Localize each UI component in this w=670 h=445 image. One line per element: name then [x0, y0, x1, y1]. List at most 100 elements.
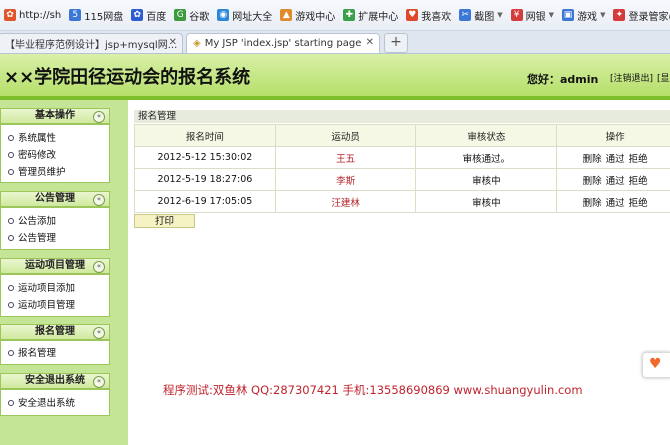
bullet-icon — [8, 399, 14, 406]
collapse-icon[interactable]: « — [93, 111, 105, 123]
bookmark-label: 游戏中心 — [295, 11, 336, 23]
bookmark-item[interactable]: G 谷歌 — [174, 8, 209, 23]
close-icon[interactable]: ✕ — [366, 37, 374, 48]
sidebar-item-safe-exit[interactable]: 安全退出系统 — [1, 395, 109, 412]
bookmark-item[interactable]: ◉ 网址大全 — [217, 8, 272, 23]
bookmark-item[interactable]: ▣ 游戏 ▼ — [562, 8, 605, 23]
bookmark-item[interactable]: ♥ 我喜欢 — [406, 8, 451, 23]
print-button[interactable]: 打印 — [134, 214, 195, 228]
tab-strip: 【毕业程序范例设计】jsp+mysql网... ✕ ◈ My JSP 'inde… — [0, 31, 670, 54]
bookmark-item[interactable]: ✦登录管家(6) — [613, 8, 670, 23]
registration-table: 报名时间 运动员 审核状态 操作 2012-5-12 15:30:02 王五 审… — [134, 124, 670, 213]
sidebar-item-system-properties[interactable]: 系统属性 — [1, 130, 109, 147]
sidebar-section-sports-events[interactable]: 运动项目管理 « — [0, 258, 110, 274]
bookmark-label: 百度 — [146, 11, 167, 23]
floating-favorite-widget[interactable]: ♥ — [642, 352, 670, 378]
sidebar-section-registration[interactable]: 报名管理 « — [0, 324, 110, 340]
chevron-down-icon[interactable]: ▼ — [600, 11, 605, 19]
bookmark-label: 截图 — [474, 11, 495, 23]
section-title: 公告管理 — [35, 193, 75, 204]
bullet-icon — [8, 349, 14, 356]
section-title: 安全退出系统 — [25, 375, 85, 386]
reject-link[interactable]: 拒绝 — [629, 176, 648, 187]
column-header-actions: 操作 — [556, 124, 670, 147]
collapse-icon[interactable]: « — [93, 376, 105, 388]
bullet-icon — [8, 217, 14, 224]
bookmark-item[interactable]: 5 115网盘 — [69, 8, 123, 23]
sidebar-item-label: 管理员维护 — [18, 167, 66, 178]
sidebar-section-body: 公告添加 公告管理 — [0, 207, 110, 250]
sidebar-item-label: 公告添加 — [18, 216, 57, 227]
cell-actions: 删除 通过 拒绝 — [556, 146, 670, 169]
chevron-down-icon[interactable]: ▼ — [497, 11, 502, 19]
footer-credits: 程序测试:双鱼林 QQ:287307421 手机:13558690869 www… — [163, 383, 583, 397]
sidebar-item-add-announcement[interactable]: 公告添加 — [1, 213, 109, 230]
cell-athlete[interactable]: 王五 — [274, 146, 417, 169]
app-header: ××学院田径运动会的报名系统 您好：admin [注销退出] [显 — [0, 54, 670, 100]
table-row: 2012-5-19 18:27:06 李斯 审核中 删除 通过 拒绝 — [134, 168, 670, 191]
bookmark-label: 扩展中心 — [358, 11, 399, 23]
bookmark-label: 游戏 — [577, 11, 598, 23]
gamepad-icon: ▲ — [280, 9, 293, 21]
collapse-icon[interactable]: « — [93, 261, 105, 273]
bookmark-item[interactable]: ✂ 截图 ▼ — [459, 8, 503, 23]
approve-link[interactable]: 通过 — [606, 198, 625, 209]
cloud-disk-icon: 5 — [69, 9, 82, 21]
bookmark-item[interactable]: ▲ 游戏中心 — [280, 8, 335, 23]
header-link-truncated[interactable]: [显 — [657, 71, 670, 84]
approve-link[interactable]: 通过 — [606, 154, 625, 165]
sidebar-item-label: 密码修改 — [18, 150, 57, 161]
sidebar-section-body: 报名管理 — [0, 340, 110, 365]
sidebar-item-add-event[interactable]: 运动项目添加 — [1, 280, 109, 297]
sidebar-item-admin-maintenance[interactable]: 管理员维护 — [1, 164, 109, 181]
login-manager-icon: ✦ — [613, 9, 626, 21]
sidebar-section-basic-ops[interactable]: 基本操作 « — [0, 108, 110, 124]
tab-index-jsp[interactable]: ◈ My JSP 'index.jsp' starting page ✕ — [186, 33, 380, 53]
delete-link[interactable]: 删除 — [583, 154, 602, 165]
section-title: 运动项目管理 — [25, 260, 85, 271]
collapse-icon[interactable]: « — [93, 327, 105, 339]
sidebar: 基本操作 « 系统属性 密码修改 管理员维护 公告管理 « 公告添加 公告管理 … — [0, 100, 128, 445]
logout-link[interactable]: [注销退出] — [610, 71, 653, 84]
approve-link[interactable]: 通过 — [606, 176, 625, 187]
bookmark-item[interactable]: ✿ http://sh — [4, 9, 61, 21]
close-icon[interactable]: ✕ — [169, 37, 177, 48]
cell-time: 2012-5-19 18:27:06 — [134, 168, 276, 191]
bank-icon: ¥ — [510, 9, 523, 21]
new-tab-button[interactable]: + — [384, 33, 408, 53]
cell-status: 审核中 — [415, 190, 558, 213]
reject-link[interactable]: 拒绝 — [629, 154, 648, 165]
cell-athlete[interactable]: 李斯 — [274, 168, 417, 191]
sidebar-item-manage-events[interactable]: 运动项目管理 — [1, 297, 109, 314]
chevron-down-icon[interactable]: ▼ — [549, 11, 554, 19]
section-title: 报名管理 — [35, 326, 75, 337]
cell-actions: 删除 通过 拒绝 — [556, 190, 670, 213]
sidebar-section-announcements[interactable]: 公告管理 « — [0, 191, 110, 207]
bookmark-item[interactable]: ✿ 百度 — [131, 8, 166, 23]
cell-athlete[interactable]: 汪建林 — [274, 190, 417, 213]
user-greeting: 您好：admin — [527, 73, 599, 86]
collapse-icon[interactable]: « — [93, 194, 105, 206]
puzzle-icon: ✚ — [343, 9, 356, 21]
sidebar-item-label: 报名管理 — [18, 348, 57, 359]
baidu-paw-icon: ✿ — [4, 9, 16, 21]
section-title: 基本操作 — [35, 110, 75, 121]
sidebar-section-body: 运动项目添加 运动项目管理 — [0, 274, 110, 317]
bookmark-item[interactable]: ✚ 扩展中心 — [343, 8, 398, 23]
bookmark-item[interactable]: ¥ 网银 ▼ — [510, 8, 554, 23]
reject-link[interactable]: 拒绝 — [629, 198, 648, 209]
sidebar-item-manage-announcements[interactable]: 公告管理 — [1, 230, 109, 247]
bookmark-label: 网址大全 — [232, 11, 273, 23]
bullet-icon — [8, 151, 14, 158]
sidebar-item-registration-management[interactable]: 报名管理 — [1, 345, 109, 362]
sidebar-item-change-password[interactable]: 密码修改 — [1, 147, 109, 164]
delete-link[interactable]: 删除 — [583, 198, 602, 209]
tab-program-sample[interactable]: 【毕业程序范例设计】jsp+mysql网... ✕ — [0, 33, 183, 53]
tab-label: 【毕业程序范例设计】jsp+mysql网... — [5, 40, 178, 51]
cell-status: 审核通过。 — [415, 146, 558, 169]
sidebar-section-safe-exit[interactable]: 安全退出系统 « — [0, 373, 110, 389]
cell-actions: 删除 通过 拒绝 — [556, 168, 670, 191]
delete-link[interactable]: 删除 — [583, 176, 602, 187]
game-icon: ▣ — [562, 9, 575, 21]
bookmark-label: 谷歌 — [189, 11, 210, 23]
